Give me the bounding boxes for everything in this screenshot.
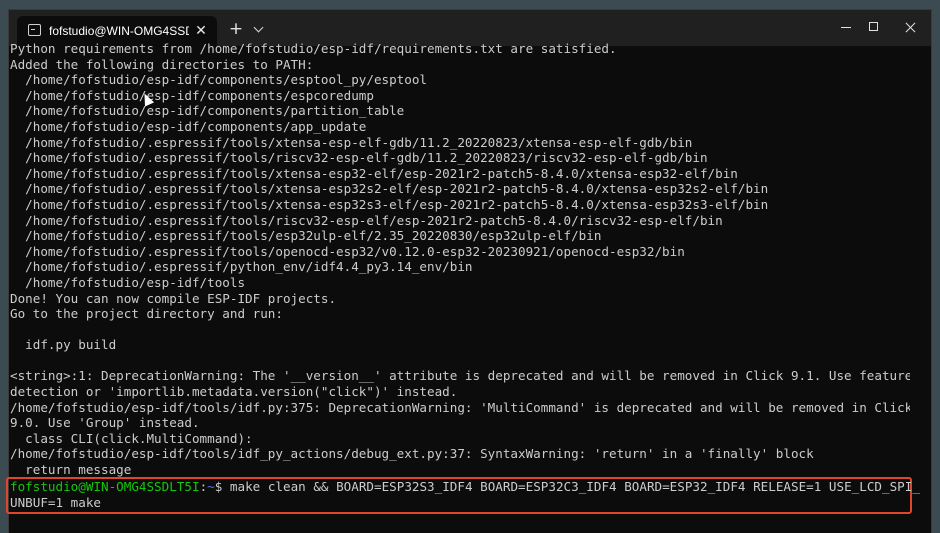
terminal-line: Added the following directories to PATH:	[10, 56, 314, 72]
terminal-line: /home/fofstudio/esp-idf/tools/idf.py:375…	[10, 399, 910, 415]
terminal-line: /home/fofstudio/.espressif/tools/xtensa-…	[10, 196, 769, 212]
tab-title: fofstudio@WIN-OMG4SSDLT5	[49, 24, 189, 38]
command-text-1: make clean && BOARD=ESP32S3_IDF4 BOARD=E…	[222, 479, 920, 494]
tab-close-icon[interactable]: ✕	[191, 21, 211, 41]
terminal-line: /home/fofstudio/.espressif/tools/xtensa-…	[10, 165, 738, 181]
terminal-line: <string>:1: DeprecationWarning: The '__v…	[10, 368, 910, 384]
prompt-user-host: fofstudio@WIN-OMG4SSDLT5I	[10, 479, 200, 494]
terminal-line: return message	[10, 462, 132, 478]
terminal-line: /home/fofstudio/esp-idf/components/espto…	[10, 72, 428, 88]
prompt-path: ~	[207, 479, 215, 494]
new-tab-button[interactable]: +	[225, 18, 247, 40]
command-line-2: UNBUF=1 make	[10, 494, 101, 510]
terminal-line: Python requirements from /home/fofstudio…	[10, 41, 617, 56]
terminal-icon	[28, 24, 41, 36]
terminal-line: /home/fofstudio/.espressif/python_env/id…	[10, 259, 473, 275]
terminal-line: detection or 'importlib.metadata.version…	[10, 384, 458, 400]
command-prompt[interactable]: fofstudio@WIN-OMG4SSDLT5I:~$ make clean …	[10, 479, 920, 510]
terminal-line: class CLI(click.MultiCommand):	[10, 430, 253, 446]
terminal-line: Go to the project directory and run:	[10, 306, 283, 322]
terminal-line: /home/fofstudio/esp-idf/tools/idf_py_act…	[10, 446, 814, 462]
terminal-line: /home/fofstudio/.espressif/tools/xtensa-…	[10, 181, 769, 197]
terminal-line: 9.0. Use 'Group' instead.	[10, 415, 200, 431]
terminal-line: /home/fofstudio/esp-idf/components/app_u…	[10, 118, 367, 134]
terminal-line: /home/fofstudio/.espressif/tools/esp32ul…	[10, 228, 602, 244]
chevron-down-icon[interactable]	[249, 19, 269, 39]
command-line-1: fofstudio@WIN-OMG4SSDLT5I:~$ make clean …	[10, 479, 920, 495]
terminal-line: /home/fofstudio/.espressif/tools/xtensa-…	[10, 134, 693, 150]
terminal-line: idf.py build	[10, 337, 117, 353]
terminal-line: /home/fofstudio/.espressif/tools/openocd…	[10, 243, 685, 259]
terminal-line: /home/fofstudio/.espressif/tools/riscv32…	[10, 212, 723, 228]
terminal-line: Done! You can now compile ESP-IDF projec…	[10, 290, 337, 306]
terminal-line: /home/fofstudio/esp-idf/tools	[10, 274, 246, 290]
terminal-line: /home/fofstudio/.espressif/tools/riscv32…	[10, 150, 708, 166]
